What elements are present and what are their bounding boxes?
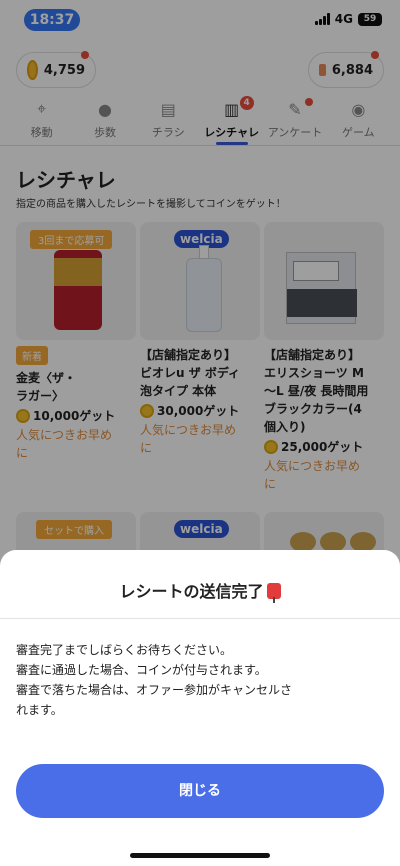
home-indicator (130, 853, 270, 858)
close-button[interactable]: 閉じる (16, 764, 384, 818)
receipt-sent-sheet: レシートの送信完了 審査完了までしばらくお待ちください。 審査に通過した場合、コ… (0, 550, 400, 866)
mailbox-icon (266, 583, 281, 603)
divider (0, 618, 400, 619)
sheet-message: 審査完了までしばらくお待ちください。 審査に通過した場合、コインが付与されます。… (16, 643, 293, 717)
sheet-title: レシートの送信完了 (0, 578, 400, 603)
